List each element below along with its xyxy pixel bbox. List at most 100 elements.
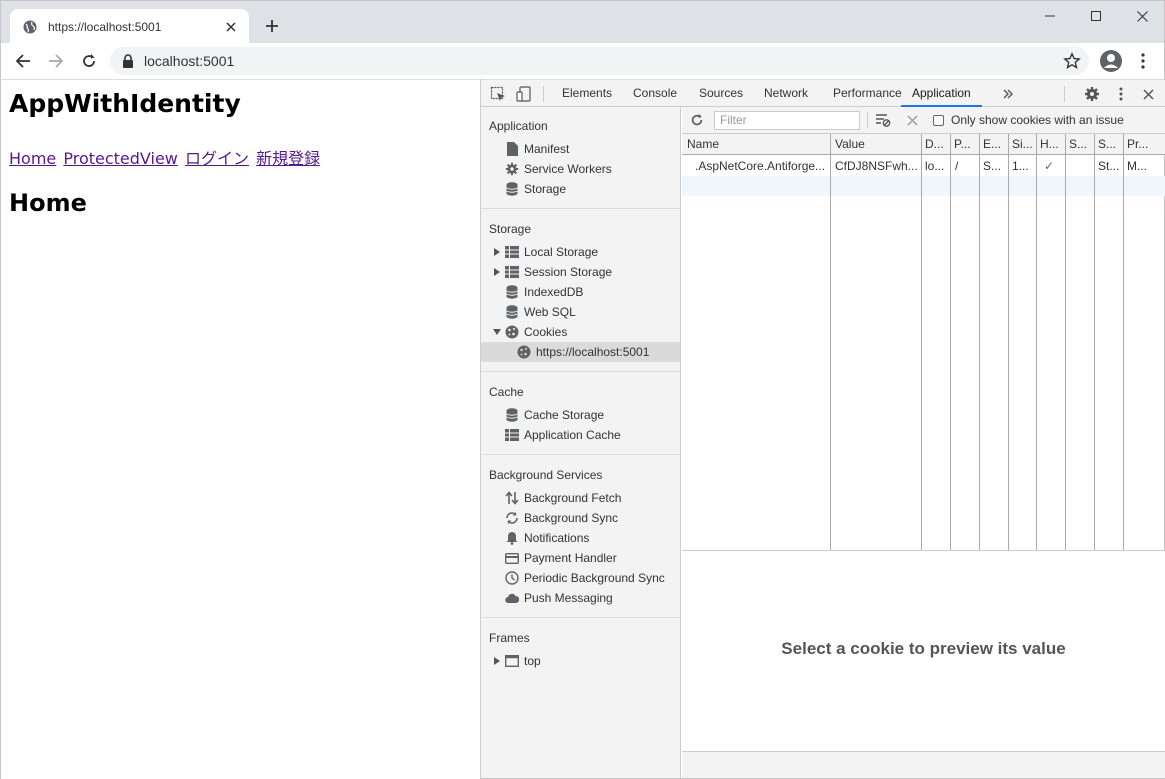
cloud-icon: [505, 591, 519, 605]
column-header-domain[interactable]: D...: [925, 134, 949, 154]
application-sidebar: Application Manifest Service Workers Sto…: [481, 107, 681, 778]
tab-network[interactable]: Network: [764, 80, 808, 107]
database-icon: [505, 285, 519, 299]
back-button[interactable]: [11, 49, 35, 73]
browser-tab[interactable]: https://localhost:5001: [10, 9, 249, 44]
grid-icon: [505, 265, 519, 279]
sidebar-item-storage[interactable]: Storage: [481, 179, 680, 199]
column-header-httponly[interactable]: H...: [1040, 134, 1064, 154]
nav-link-home[interactable]: Home: [9, 149, 56, 168]
credit-card-icon: [505, 551, 519, 565]
close-tab-icon[interactable]: [223, 19, 239, 35]
close-window-button[interactable]: [1119, 1, 1165, 31]
devtools-menu-icon[interactable]: [1112, 85, 1130, 103]
sidebar-item-notifications[interactable]: Notifications: [481, 528, 680, 548]
browser-toolbar: localhost:5001: [0, 43, 1165, 79]
sidebar-item-frame-top[interactable]: top: [481, 651, 680, 671]
sidebar-item-push-messaging[interactable]: Push Messaging: [481, 588, 680, 608]
profile-avatar-icon[interactable]: [1099, 49, 1123, 73]
lock-icon[interactable]: [122, 54, 136, 68]
frame-window-icon: [505, 654, 519, 668]
cell-domain: lo...: [925, 159, 945, 173]
column-header-priority[interactable]: Pr...: [1127, 134, 1163, 154]
settings-gear-icon[interactable]: [1083, 85, 1101, 103]
cookie-table: Name Value D... P... E... Si... H... S..…: [682, 134, 1165, 551]
clear-filtered-icon[interactable]: [874, 111, 892, 129]
reload-button[interactable]: [77, 49, 101, 73]
url-text: localhost:5001: [144, 53, 235, 69]
empty-row: [682, 176, 1165, 196]
devtools-tabbar: Elements Console Sources Network Perform…: [481, 79, 1165, 107]
section-frames: Frames: [489, 631, 530, 645]
sync-icon: [505, 511, 519, 525]
tab-application[interactable]: Application: [901, 80, 982, 107]
nav-link-register[interactable]: 新規登録: [256, 149, 320, 168]
cell-value: CfDJ8NSFwh...: [835, 159, 918, 173]
sidebar-item-background-fetch[interactable]: Background Fetch: [481, 488, 680, 508]
close-devtools-icon[interactable]: [1139, 85, 1157, 103]
table-row[interactable]: .AspNetCore.Antiforge... CfDJ8NSFwh... l…: [682, 156, 1165, 176]
cell-name: .AspNetCore.Antiforge...: [695, 159, 826, 173]
grid-icon: [505, 245, 519, 259]
sidebar-item-cache-storage[interactable]: Cache Storage: [481, 405, 680, 425]
cell-httponly: ✓: [1044, 159, 1055, 173]
nav-link-login[interactable]: ログイン: [185, 149, 249, 168]
maximize-button[interactable]: [1073, 1, 1119, 31]
sidebar-item-periodic-background-sync[interactable]: Periodic Background Sync: [481, 568, 680, 588]
expand-arrow-icon[interactable]: [493, 268, 501, 276]
devtools-panel: Elements Console Sources Network Perform…: [480, 79, 1165, 779]
preview-placeholder: Select a cookie to preview its value: [781, 639, 1066, 658]
new-tab-button[interactable]: [261, 15, 283, 37]
column-header-size[interactable]: Si...: [1012, 134, 1035, 154]
sidebar-item-application-cache[interactable]: Application Cache: [481, 425, 680, 445]
cookie-preview-pane: Select a cookie to preview its value: [682, 551, 1165, 751]
section-background-services: Background Services: [489, 468, 603, 482]
tab-elements[interactable]: Elements: [562, 80, 612, 107]
tab-performance[interactable]: Performance: [833, 80, 902, 107]
section-application: Application: [489, 119, 548, 133]
device-toolbar-icon[interactable]: [515, 85, 533, 103]
chrome-menu-icon[interactable]: [1134, 49, 1152, 73]
tab-title: https://localhost:5001: [48, 19, 162, 34]
section-storage: Storage: [489, 222, 532, 236]
grid-icon: [505, 428, 519, 442]
bookmark-star-icon[interactable]: [1063, 52, 1081, 70]
tab-console[interactable]: Console: [633, 80, 677, 107]
inspect-element-icon[interactable]: [489, 85, 507, 103]
sidebar-item-manifest[interactable]: Manifest: [481, 139, 680, 159]
cookie-icon: [505, 325, 519, 339]
expand-arrow-icon[interactable]: [493, 657, 501, 665]
column-header-samesite[interactable]: S...: [1098, 134, 1122, 154]
nav-link-protectedview[interactable]: ProtectedView: [63, 149, 178, 168]
cell-expires: S...: [983, 159, 1002, 173]
expand-arrow-icon[interactable]: [493, 248, 501, 256]
more-tabs-chevron-icon[interactable]: [999, 85, 1017, 103]
sidebar-item-local-storage[interactable]: Local Storage: [481, 242, 680, 262]
sidebar-item-cookies[interactable]: Cookies: [481, 322, 680, 342]
refresh-icon[interactable]: [688, 111, 706, 129]
clock-icon: [505, 571, 519, 585]
column-header-path[interactable]: P...: [954, 134, 978, 154]
column-header-name[interactable]: Name: [687, 134, 827, 154]
column-header-secure[interactable]: S...: [1069, 134, 1093, 154]
tab-sources[interactable]: Sources: [699, 80, 743, 107]
cookie-filter-input[interactable]: Filter: [714, 111, 860, 130]
sidebar-item-cookies-localhost[interactable]: https://localhost:5001: [481, 342, 680, 362]
forward-button[interactable]: [44, 49, 68, 73]
globe-icon: [22, 19, 38, 35]
sidebar-item-indexeddb[interactable]: IndexedDB: [481, 282, 680, 302]
sidebar-item-background-sync[interactable]: Background Sync: [481, 508, 680, 528]
column-header-value[interactable]: Value: [835, 134, 919, 154]
cell-samesite: St...: [1098, 159, 1120, 173]
sidebar-item-service-workers[interactable]: Service Workers: [481, 159, 680, 179]
minimize-button[interactable]: [1027, 1, 1073, 31]
gear-icon: [505, 162, 519, 176]
sidebar-item-web-sql[interactable]: Web SQL: [481, 302, 680, 322]
sidebar-item-session-storage[interactable]: Session Storage: [481, 262, 680, 282]
sidebar-item-payment-handler[interactable]: Payment Handler: [481, 548, 680, 568]
collapse-arrow-icon[interactable]: [493, 328, 501, 336]
address-bar[interactable]: localhost:5001: [110, 47, 1089, 75]
column-header-expires[interactable]: E...: [983, 134, 1007, 154]
delete-selected-icon[interactable]: [903, 111, 921, 129]
only-issues-checkbox[interactable]: [933, 115, 944, 126]
